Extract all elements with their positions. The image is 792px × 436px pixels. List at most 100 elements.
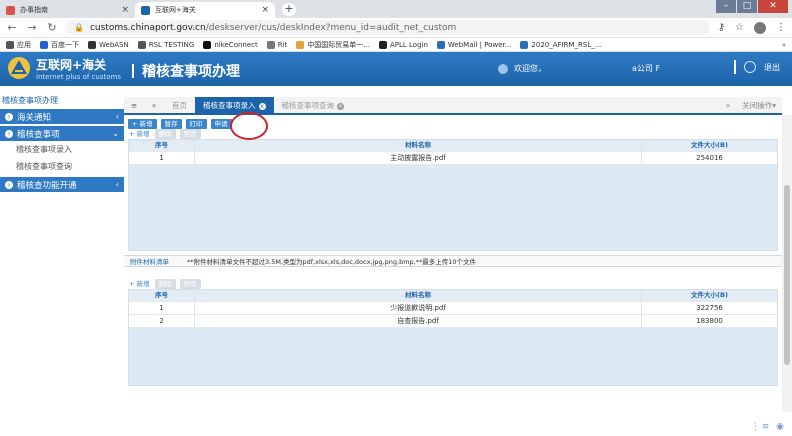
menu-toggle-icon[interactable]: ≡ (124, 97, 144, 113)
sidebar-title: 稽核查事项办理 (2, 96, 58, 105)
customs-emblem-icon (8, 57, 30, 79)
logout-button[interactable]: 退出 (734, 60, 780, 74)
profile-avatar[interactable] (754, 21, 766, 34)
attachment-toolbar: + 新增 删除 预览 (124, 277, 782, 289)
tab-home[interactable]: 首页 (164, 97, 195, 113)
bookmark-favicon-icon (296, 40, 305, 49)
bookmark-item[interactable]: RSL TESTING (137, 40, 195, 49)
logo-subtitle: internet plus of customs (36, 72, 121, 81)
logo[interactable]: 互联网+海关 internet plus of customs (6, 55, 121, 81)
logout-label: 退出 (764, 62, 780, 72)
bookmark-favicon-icon (40, 40, 48, 49)
add-attachment-button[interactable]: + 新增 (128, 279, 151, 289)
add-button[interactable]: + 新增 (128, 119, 157, 129)
bookmark-item[interactable]: 2020_AFIRM_RSL_... (520, 40, 602, 49)
add-material-button[interactable]: + 新增 (128, 129, 151, 139)
sidebar-subitem-query[interactable]: 稽核查事项查询 (0, 158, 124, 175)
company-name: a公司 F (632, 64, 661, 73)
forward-arrow-icon[interactable]: → (26, 21, 38, 34)
close-tab-icon[interactable]: × (258, 103, 266, 110)
bookmark-favicon-icon (88, 40, 96, 49)
tab-audit-entry[interactable]: 稽核查事项录入 × (195, 97, 274, 113)
preview-attachment-button[interactable]: 预览 (179, 279, 201, 289)
close-tab-icon[interactable]: × (337, 103, 344, 110)
close-window-button[interactable]: ✕ (758, 0, 788, 13)
cell-no: 2 (129, 315, 195, 327)
attachment-header: 附件材料清单 **附件材料清单文件不超过3.5M,类型为pdf,xlsx,xls… (124, 255, 782, 267)
preview-material-button[interactable]: 预览 (179, 129, 201, 139)
sidebar-item-label: 海关通知 (17, 112, 52, 123)
cell-size: 254016 (696, 154, 723, 162)
attachment-table: 序号 材料名称 文件大小(B) 1 少报道歉说明.pdf 322756 2 自查… (128, 289, 778, 386)
tab-audit-query[interactable]: 稽核查事项查询 × (274, 97, 353, 113)
sidebar-item-label: 稽核查事项 (17, 129, 60, 140)
browser-tab-customs[interactable]: 互联网+海关 × (135, 2, 275, 18)
delete-attachment-button[interactable]: 删除 (154, 279, 176, 289)
bookmarks-more-icon[interactable]: » (782, 41, 786, 49)
table-header: 序号 材料名称 文件大小(B) (129, 290, 777, 301)
url-input[interactable]: 🔒 customs.chinaport.gov.cn/deskserver/cu… (66, 20, 710, 35)
back-arrow-icon[interactable]: ← (6, 21, 18, 34)
table-empty-area (129, 164, 777, 250)
browser-tab-guide[interactable]: 办事指南 × (0, 2, 135, 18)
bookmark-label: RSL TESTING (148, 40, 195, 49)
table-row[interactable]: 2 自查报告.pdf 183800 (129, 314, 777, 327)
print-button[interactable]: 打印 (185, 119, 207, 129)
tabs-back-icon[interactable]: « (144, 97, 164, 113)
cell-size: 322756 (696, 304, 723, 312)
lock-icon: 🔒 (74, 23, 84, 32)
bookmark-item[interactable]: WebMail | Power... (436, 40, 511, 49)
tab-label: 稽核查事项录入 (203, 101, 256, 110)
delete-material-button[interactable]: 删除 (154, 129, 176, 139)
tab-title: 办事指南 (20, 6, 48, 14)
table-row[interactable]: 1 主动披露报告.pdf 254016 (129, 151, 777, 164)
chevron-left-icon: ‹ (115, 180, 119, 189)
close-tab-icon[interactable]: × (261, 5, 269, 15)
menu-dot-icon: › (5, 112, 13, 121)
col-no: 序号 (129, 290, 195, 301)
new-tab-button[interactable]: + (282, 3, 296, 16)
bookmark-item[interactable]: 应用 (6, 40, 31, 50)
star-icon[interactable]: ☆ (735, 22, 744, 33)
bookmark-label: 2020_AFIRM_RSL_... (531, 40, 602, 49)
tabs-forward-icon[interactable]: » (720, 97, 737, 113)
bookmark-item[interactable]: nikeConnect (203, 40, 258, 49)
col-no: 序号 (129, 140, 195, 151)
bookmark-item[interactable]: 中国国际贸易单一... (296, 40, 370, 50)
bookmark-label: 应用 (17, 40, 31, 49)
bookmark-item[interactable]: Rit (266, 40, 287, 49)
bookmark-item[interactable]: WebASN (88, 40, 129, 49)
table-row[interactable]: 1 少报道歉说明.pdf 322756 (129, 301, 777, 314)
apply-button[interactable]: 申请 (210, 119, 232, 129)
key-icon[interactable]: ⚷ (718, 22, 725, 33)
app-header: 互联网+海关 internet plus of customs 稽核查事项办理 … (0, 52, 792, 86)
sidebar-subitem-entry[interactable]: 稽核查事项录入 (0, 141, 124, 158)
sidebar-item-customs-notice[interactable]: › 海关通知 ‹ (0, 109, 124, 124)
page-scrollbar[interactable] (782, 115, 792, 412)
table-empty-area (129, 327, 777, 385)
close-tab-icon[interactable]: × (121, 5, 129, 15)
reload-icon[interactable]: ↻ (46, 21, 58, 34)
cell-no: 1 (129, 302, 195, 314)
menu-kebab-icon[interactable]: ⋮ (776, 22, 786, 33)
cell-name: 少报道歉说明.pdf (195, 302, 642, 314)
logo-title: 互联网+海关 (36, 57, 107, 72)
sidebar-item-audit-matters[interactable]: › 稽核查事项 ⌄ (0, 126, 124, 141)
tab-favicon-icon (141, 5, 150, 15)
bookmark-item[interactable]: 百度一下 (40, 40, 79, 50)
save-draft-button[interactable]: 暂存 (160, 119, 182, 129)
bookmark-favicon-icon (203, 40, 212, 49)
sidebar-item-audit-activation[interactable]: › 稽核查功能开通 ‹ (0, 177, 124, 192)
highlight-circle (230, 112, 268, 140)
minimize-button[interactable]: – (716, 0, 736, 13)
bookmark-favicon-icon (266, 40, 275, 49)
bookmark-item[interactable]: APLL Login (379, 40, 428, 49)
cell-name: 自查报告.pdf (195, 315, 642, 327)
materials-table: 序号 材料名称 文件大小(B) 1 主动披露报告.pdf 254016 (128, 139, 778, 251)
url-path: /deskserver/cus/deskIndex?menu_id=audit_… (205, 22, 457, 33)
close-operations-dropdown[interactable]: 关闭操作▾ (736, 97, 782, 113)
scrollbar-thumb[interactable] (784, 185, 790, 365)
maximize-button[interactable]: □ (737, 0, 757, 13)
table-header: 序号 材料名称 文件大小(B) (129, 140, 777, 151)
tab-favicon-icon (6, 5, 15, 15)
